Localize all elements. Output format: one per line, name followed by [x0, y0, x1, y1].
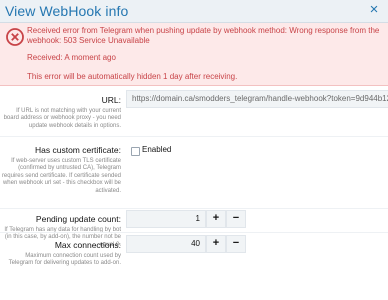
row-divider: [0, 232, 388, 233]
url-label: URL:: [101, 95, 121, 105]
certificate-hint: If web-server uses custom TLS certificat…: [1, 158, 121, 194]
close-icon[interactable]: ×: [367, 2, 381, 17]
error-auto-hide-note: This error will be automatically hidden …: [27, 72, 238, 81]
max-connections-input[interactable]: 40: [126, 235, 206, 253]
url-field[interactable]: https://domain.ca/smodders_telegram/hand…: [126, 90, 388, 108]
pending-increment-button[interactable]: +: [206, 210, 226, 228]
max-connections-row-label: Max connections: Maximum connection coun…: [0, 240, 121, 268]
row-divider: [0, 136, 388, 137]
certificate-label: Has custom certificate:: [35, 145, 121, 155]
dialog-title: View WebHook info: [5, 3, 129, 19]
error-received-time: Received: A moment ago: [27, 53, 116, 62]
pending-label: Pending update count:: [35, 214, 121, 224]
error-message: Received error from Telegram when pushin…: [27, 26, 380, 45]
max-connections-stepper[interactable]: 40 + −: [126, 235, 247, 253]
error-circle-icon: [6, 28, 24, 46]
certificate-checkbox[interactable]: [131, 147, 140, 156]
row-divider: [0, 208, 388, 209]
max-connections-label: Max connections:: [54, 240, 121, 250]
certificate-row-label: Has custom certificate: If web-server us…: [0, 145, 121, 195]
url-row-label: URL: If URL is not matching with your cu…: [0, 95, 121, 130]
max-connections-increment-button[interactable]: +: [206, 235, 226, 253]
dialog-titlebar: View WebHook info ×: [0, 0, 388, 23]
pending-stepper[interactable]: 1 + −: [126, 210, 247, 228]
error-block: Received error from Telegram when pushin…: [0, 23, 388, 86]
max-connections-decrement-button[interactable]: −: [226, 235, 246, 253]
pending-count-input[interactable]: 1: [126, 210, 206, 228]
max-connections-hint: Maximum connection count used by Telegra…: [8, 253, 121, 267]
pending-decrement-button[interactable]: −: [226, 210, 246, 228]
url-hint: If URL is not matching with your current…: [3, 108, 121, 129]
certificate-enabled-label[interactable]: Enabled: [142, 145, 171, 154]
